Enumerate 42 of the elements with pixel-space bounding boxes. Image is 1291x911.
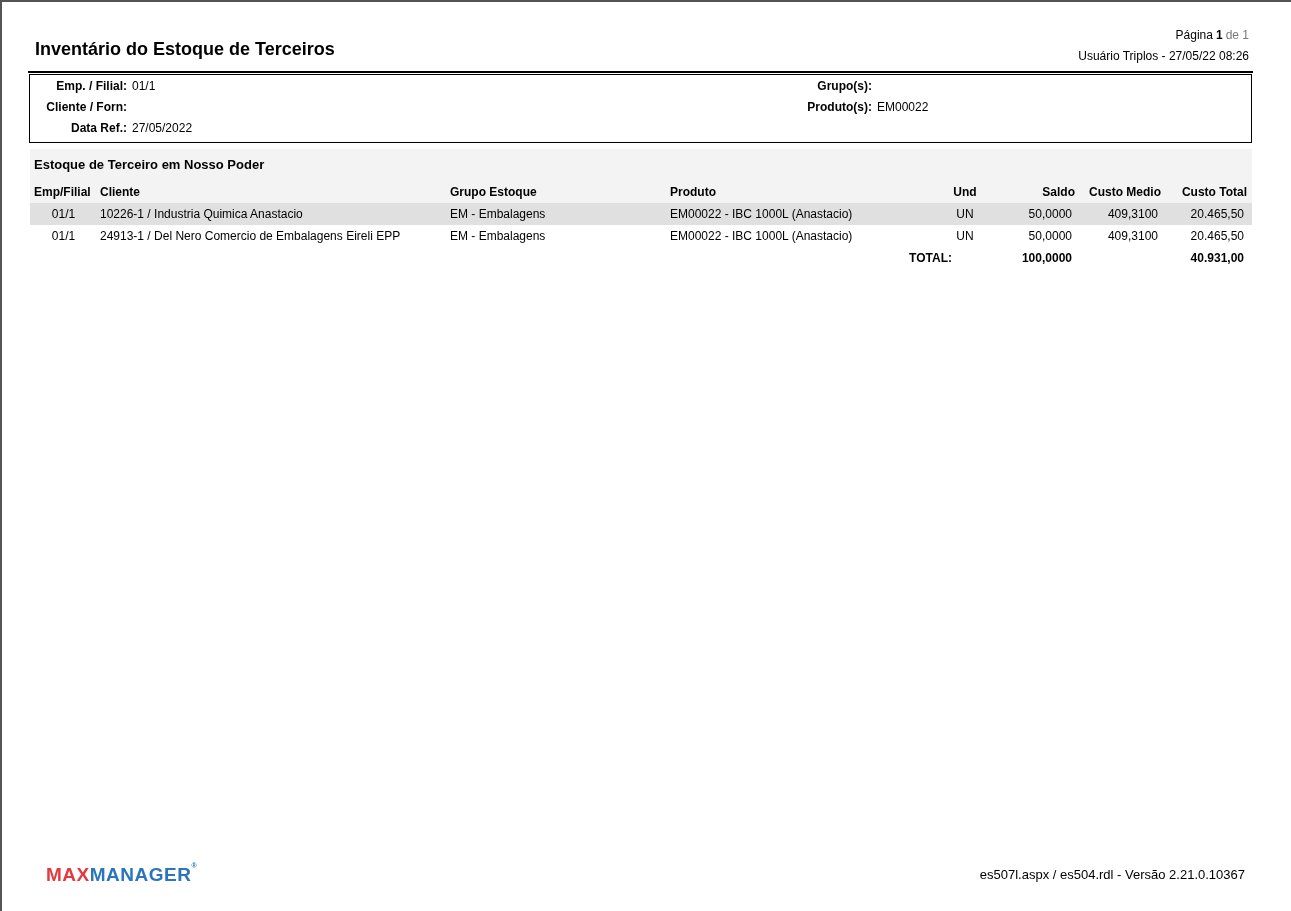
table-cell-text: EM - Embalagens <box>450 205 547 223</box>
total-label: TOTAL: <box>908 249 952 267</box>
report-title: Inventário do Estoque de Terceiros <box>35 38 335 61</box>
filter-label: Emp. / Filial: <box>55 78 127 94</box>
column-header: Emp/Filial <box>33 183 92 201</box>
column-header: Produto <box>670 183 717 201</box>
filter-label: Cliente / Forn: <box>45 99 127 115</box>
column-header: Custo Medio <box>1088 183 1161 201</box>
table-cell-text: 50,0000 <box>1027 205 1073 223</box>
table-cell-text: UN <box>955 205 975 223</box>
table-cell-text: 24913-1 / Del Nero Comercio de Embalagens Eireli EPP <box>99 227 402 245</box>
version-text: es507l.aspx / es504.rdl - Versão 2.21.0.10367 <box>979 866 1245 884</box>
table-cell-text: EM - Embalagens <box>450 227 547 245</box>
table-cell-text: 01/1 <box>50 205 77 223</box>
table-cell-text: EM00022 - IBC 1000L (Anastacio) <box>670 227 854 245</box>
column-header: Custo Total <box>1180 183 1247 201</box>
filter-value: EM00022 <box>877 99 930 115</box>
filter-label: Grupo(s): <box>816 78 872 94</box>
filter-value: 27/05/2022 <box>132 120 194 136</box>
column-header: Grupo Estoque <box>450 183 538 201</box>
filter-label: Produto(s): <box>806 99 872 115</box>
column-header: Und <box>952 183 978 201</box>
column-header: Saldo <box>1041 183 1075 201</box>
table-cell-text: 20.465,50 <box>1189 205 1245 223</box>
table-cell-text: 20.465,50 <box>1189 227 1245 245</box>
table-cell-text: EM00022 - IBC 1000L (Anastacio) <box>670 205 854 223</box>
table-cell-text: 10226-1 / Industria Quimica Anastacio <box>99 205 304 223</box>
table-cell-text: UN <box>955 227 975 245</box>
total-value: 40.931,00 <box>1189 249 1245 267</box>
section-title: Estoque de Terceiro em Nosso Poder <box>33 156 266 174</box>
filter-value: 01/1 <box>132 78 157 94</box>
page-label: Página <box>1175 27 1213 44</box>
column-header: Cliente <box>99 183 141 201</box>
table-cell-text: 409,3100 <box>1106 205 1159 223</box>
user-timestamp: Usuário Triplos - 27/05/22 08:26 <box>1078 48 1249 65</box>
table-cell-text: 01/1 <box>50 227 77 245</box>
total-value: 100,0000 <box>1020 249 1073 267</box>
filter-label: Data Ref.: <box>70 120 127 136</box>
table-cell-text: 50,0000 <box>1027 227 1073 245</box>
page-total: de 1 <box>1225 27 1249 44</box>
page-number: 1 <box>1215 27 1223 44</box>
table-cell-text: 409,3100 <box>1106 227 1159 245</box>
